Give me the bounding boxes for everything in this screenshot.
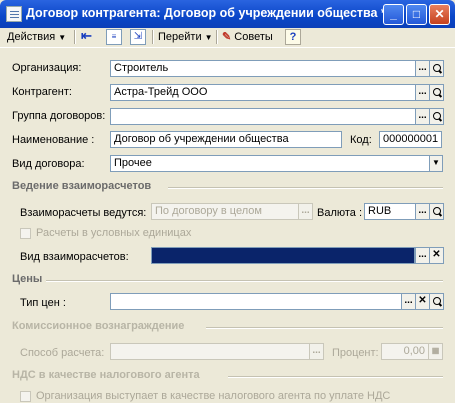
code-field[interactable]: 000000001 bbox=[379, 131, 442, 148]
organization-open-button[interactable] bbox=[429, 60, 444, 77]
price-type-field[interactable] bbox=[110, 293, 402, 310]
title-bar[interactable]: Договор контрагента: Договор об учрежден… bbox=[0, 0, 455, 28]
magnifier-icon bbox=[432, 88, 441, 96]
settlement-kind-clear-button[interactable]: ✕ bbox=[429, 247, 444, 264]
contract-group-field[interactable] bbox=[110, 108, 416, 125]
settlements-conducted-select-button[interactable]: ... bbox=[298, 203, 313, 220]
contract-kind-label: Вид договора: bbox=[12, 158, 85, 170]
chevron-down-icon: ▼ bbox=[432, 158, 440, 167]
contract-group-open-button[interactable] bbox=[429, 108, 444, 125]
toolbar-divider bbox=[0, 47, 455, 48]
currency-field[interactable]: RUB bbox=[364, 203, 416, 220]
tips-icon: ✎ bbox=[222, 31, 232, 43]
counterparty-field[interactable]: Астра-Трейд ООО bbox=[110, 84, 416, 101]
settlement-kind-field[interactable] bbox=[151, 247, 415, 264]
contract-group-select-button[interactable]: ... bbox=[415, 108, 430, 125]
price-type-clear-button[interactable]: ✕ bbox=[415, 293, 430, 310]
minimize-button[interactable]: _ bbox=[383, 4, 404, 25]
contract-window: Договор контрагента: Договор об учрежден… bbox=[0, 0, 455, 403]
tips-label: Советы bbox=[234, 31, 273, 43]
currency-open-button[interactable] bbox=[429, 203, 444, 220]
commission-header: Комиссионное вознаграждение bbox=[12, 320, 185, 332]
name-label: Наименование : bbox=[12, 134, 95, 146]
counterparty-select-button[interactable]: ... bbox=[415, 84, 430, 101]
actions-menu-label: Действия bbox=[7, 31, 56, 43]
settlement-kind-select-button[interactable]: ... bbox=[415, 247, 430, 264]
contract-kind-field[interactable]: Прочее bbox=[110, 155, 430, 172]
prices-header: Цены bbox=[12, 273, 43, 285]
goto-menu[interactable]: Перейти ▼ bbox=[158, 29, 213, 45]
magnifier-icon bbox=[432, 112, 441, 120]
percent-field[interactable]: 0,00 bbox=[381, 343, 429, 360]
price-type-open-button[interactable] bbox=[429, 293, 444, 310]
document-icon bbox=[6, 6, 22, 22]
calc-method-field[interactable] bbox=[110, 343, 310, 360]
counterparty-label: Контрагент: bbox=[12, 86, 72, 98]
settlement-kind-label: Вид взаиморасчетов: bbox=[20, 251, 129, 263]
calc-method-select-button[interactable]: ... bbox=[309, 343, 324, 360]
tax-agent-checkbox[interactable] bbox=[20, 391, 31, 402]
organization-field[interactable]: Строитель bbox=[110, 60, 416, 77]
conditional-units-label: Расчеты в условных единицах bbox=[36, 227, 192, 239]
subordinate-docs-icon[interactable]: ⇲ bbox=[130, 29, 146, 45]
currency-label: Валюта : bbox=[317, 207, 363, 219]
calc-method-label: Способ расчета: bbox=[20, 347, 105, 359]
toolbar-separator bbox=[74, 30, 76, 44]
window-title: Договор контрагента: Договор об учрежден… bbox=[26, 6, 386, 20]
chevron-down-icon: ▼ bbox=[204, 33, 213, 42]
counterparty-open-button[interactable] bbox=[429, 84, 444, 101]
help-icon[interactable]: ? bbox=[285, 29, 301, 45]
contract-kind-dropdown-button[interactable]: ▼ bbox=[429, 155, 443, 172]
tips-button[interactable]: ✎ Советы bbox=[222, 29, 273, 45]
price-type-label: Тип цен : bbox=[20, 297, 66, 309]
settlements-conducted-field[interactable]: По договору в целом bbox=[151, 203, 299, 220]
magnifier-icon bbox=[432, 64, 441, 72]
magnifier-icon bbox=[432, 207, 441, 215]
section-divider bbox=[228, 376, 443, 378]
name-field[interactable]: Договор об учреждении общества bbox=[110, 131, 342, 148]
goto-menu-label: Перейти bbox=[158, 31, 202, 43]
code-label: Код: bbox=[350, 134, 372, 146]
calculator-icon[interactable]: ▦ bbox=[428, 343, 443, 360]
tax-agent-label: Организация выступает в качестве налогов… bbox=[36, 390, 391, 402]
organization-select-button[interactable]: ... bbox=[415, 60, 430, 77]
conditional-units-checkbox[interactable] bbox=[20, 228, 31, 239]
percent-label: Процент: bbox=[332, 347, 379, 359]
chevron-down-icon: ▼ bbox=[58, 33, 67, 42]
toolbar: Действия ▼ ⇤ ≡ ⇲ Перейти ▼ ✎ Советы ? bbox=[0, 28, 455, 46]
section-divider bbox=[46, 280, 443, 282]
toolbar-separator bbox=[216, 30, 218, 44]
magnifier-icon bbox=[432, 297, 441, 305]
vat-header: НДС в качестве налогового агента bbox=[12, 369, 200, 381]
structure-icon[interactable]: ≡ bbox=[106, 29, 122, 45]
actions-menu[interactable]: Действия ▼ bbox=[7, 29, 66, 45]
section-divider bbox=[168, 187, 443, 189]
maximize-button[interactable]: □ bbox=[406, 4, 427, 25]
close-button[interactable]: ✕ bbox=[429, 4, 450, 25]
back-arrow-icon[interactable]: ⇤ bbox=[81, 29, 97, 45]
contract-group-label: Группа договоров: bbox=[12, 110, 106, 122]
settlements-header: Ведение взаиморасчетов bbox=[12, 180, 152, 192]
currency-select-button[interactable]: ... bbox=[415, 203, 430, 220]
organization-label: Организация: bbox=[12, 62, 82, 74]
toolbar-separator bbox=[152, 30, 154, 44]
price-type-select-button[interactable]: ... bbox=[401, 293, 416, 310]
section-divider bbox=[206, 327, 443, 329]
settlements-conducted-label: Взаиморасчеты ведутся: bbox=[20, 207, 147, 219]
